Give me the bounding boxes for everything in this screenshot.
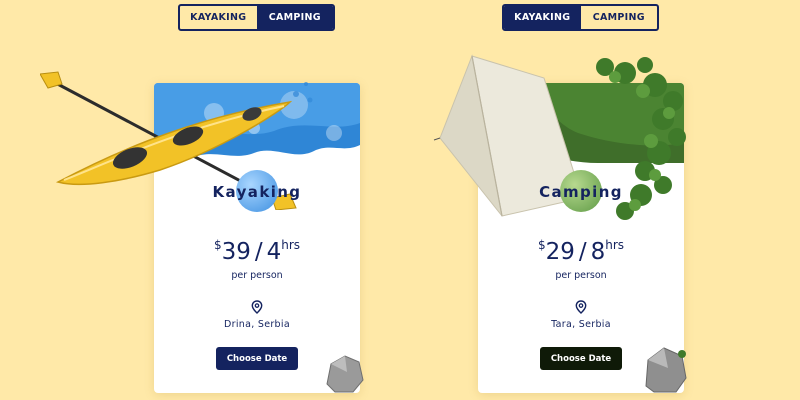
choose-date-button[interactable]: Choose Date: [216, 347, 298, 370]
per-person-label: per person: [555, 270, 607, 281]
camping-card: Camping $29/8hrs per person Tara, Serbia…: [478, 83, 684, 393]
location-pin-icon: [575, 300, 587, 314]
card-title: Camping: [539, 183, 623, 201]
grass-hill-image: [478, 83, 684, 163]
water-splash-image: [154, 83, 360, 163]
price: $39/4hrs: [154, 238, 360, 265]
price-duration: 4: [266, 239, 282, 265]
choose-date-button[interactable]: Choose Date: [540, 347, 622, 370]
price-separator: /: [578, 239, 587, 265]
toggle-camping-option[interactable]: CAMPING: [256, 6, 333, 29]
kayaking-card: Kayaking $39/4hrs per person Drina, Serb…: [154, 83, 360, 393]
price: $29/8hrs: [478, 238, 684, 265]
location-label: Tara, Serbia: [551, 319, 611, 330]
price-duration: 8: [590, 239, 606, 265]
toggle-camping-option[interactable]: CAMPING: [581, 6, 658, 29]
price-currency: $: [213, 238, 222, 252]
toggle-kayaking-option[interactable]: KAYAKING: [180, 6, 257, 29]
price-duration-unit: hrs: [281, 238, 301, 252]
price-separator: /: [254, 239, 263, 265]
location-label: Drina, Serbia: [224, 319, 290, 330]
per-person-label: per person: [231, 270, 283, 281]
price-currency: $: [537, 238, 546, 252]
location-pin-icon: [251, 300, 263, 314]
card-title: Kayaking: [212, 183, 302, 201]
price-amount: 29: [545, 239, 575, 265]
activity-toggle-left: KAYAKING CAMPING: [178, 4, 335, 31]
activity-toggle-right: KAYAKING CAMPING: [502, 4, 659, 31]
price-amount: 39: [221, 239, 251, 265]
price-duration-unit: hrs: [605, 238, 625, 252]
toggle-kayaking-option[interactable]: KAYAKING: [504, 6, 581, 29]
